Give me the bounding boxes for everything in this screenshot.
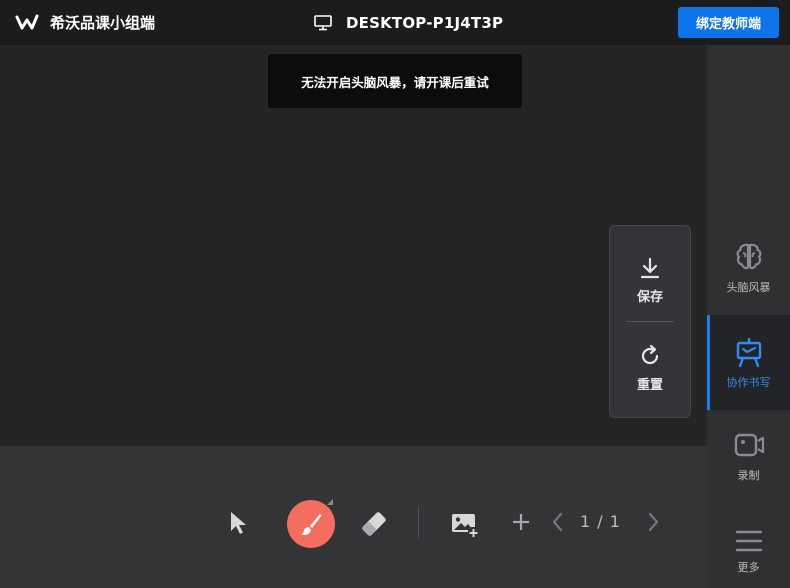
device-info: DESKTOP-P1J4T3P (314, 12, 503, 34)
prev-page-icon (552, 512, 563, 532)
insert-image-icon (452, 514, 479, 538)
sidebar-item-record[interactable]: 录制 (707, 429, 790, 483)
add-page-button[interactable] (510, 511, 532, 533)
download-icon (640, 257, 660, 278)
eraser-tool-button[interactable] (358, 509, 390, 539)
add-page-icon (513, 514, 529, 530)
sidebar-label: 头脑风暴 (726, 281, 771, 294)
toolbar-divider (418, 506, 419, 538)
sidebar-item-brainstorm[interactable]: 头脑风暴 (707, 241, 790, 295)
menu-icon (735, 530, 762, 552)
refresh-icon (641, 344, 659, 364)
app-title: 希沃品课小组端 (50, 14, 156, 32)
brush-active-bg (287, 500, 335, 548)
reset-button[interactable]: 重置 (610, 328, 690, 408)
save-reset-panel: 保存 重置 (609, 225, 691, 418)
toast-message: 无法开启头脑风暴，请开课后重试 (301, 74, 489, 90)
pointer-icon (231, 512, 246, 534)
brain-icon (736, 243, 761, 270)
active-indicator (707, 315, 710, 410)
reset-label: 重置 (636, 377, 663, 393)
bind-teacher-button[interactable]: 绑定教师端 (678, 7, 779, 38)
seewo-logo-icon (15, 14, 39, 30)
next-page-icon (648, 512, 659, 532)
video-camera-icon (734, 433, 764, 457)
sidebar-item-more[interactable]: 更多 (707, 525, 790, 575)
insert-image-button[interactable] (450, 509, 480, 539)
brush-options-corner-icon (327, 499, 333, 505)
top-bar: 希沃品课小组端 DESKTOP-P1J4T3P 绑定教师端 (0, 0, 790, 45)
sidebar-item-collab-writing[interactable]: 协作书写 (707, 315, 790, 410)
sidebar-label: 更多 (737, 561, 760, 574)
error-toast: 无法开启头脑风暴，请开课后重试 (268, 54, 522, 108)
page-indicator: 1 / 1 (580, 512, 621, 531)
save-button[interactable]: 保存 (610, 240, 690, 320)
brush-icon (301, 514, 322, 535)
device-name: DESKTOP-P1J4T3P (346, 14, 504, 32)
sidebar-label: 录制 (737, 469, 760, 482)
panel-divider (626, 321, 674, 322)
eraser-icon (362, 512, 386, 536)
monitor-icon (314, 15, 332, 31)
sidebar-label: 协作书写 (726, 375, 771, 389)
next-page-button[interactable] (645, 511, 663, 533)
brush-tool-button[interactable] (283, 499, 339, 549)
prev-page-button[interactable] (548, 511, 566, 533)
easel-icon (736, 337, 761, 367)
right-sidebar: 头脑风暴 协作书写 录制 更多 (707, 45, 790, 588)
select-tool-button[interactable] (226, 508, 252, 538)
save-label: 保存 (636, 289, 663, 305)
